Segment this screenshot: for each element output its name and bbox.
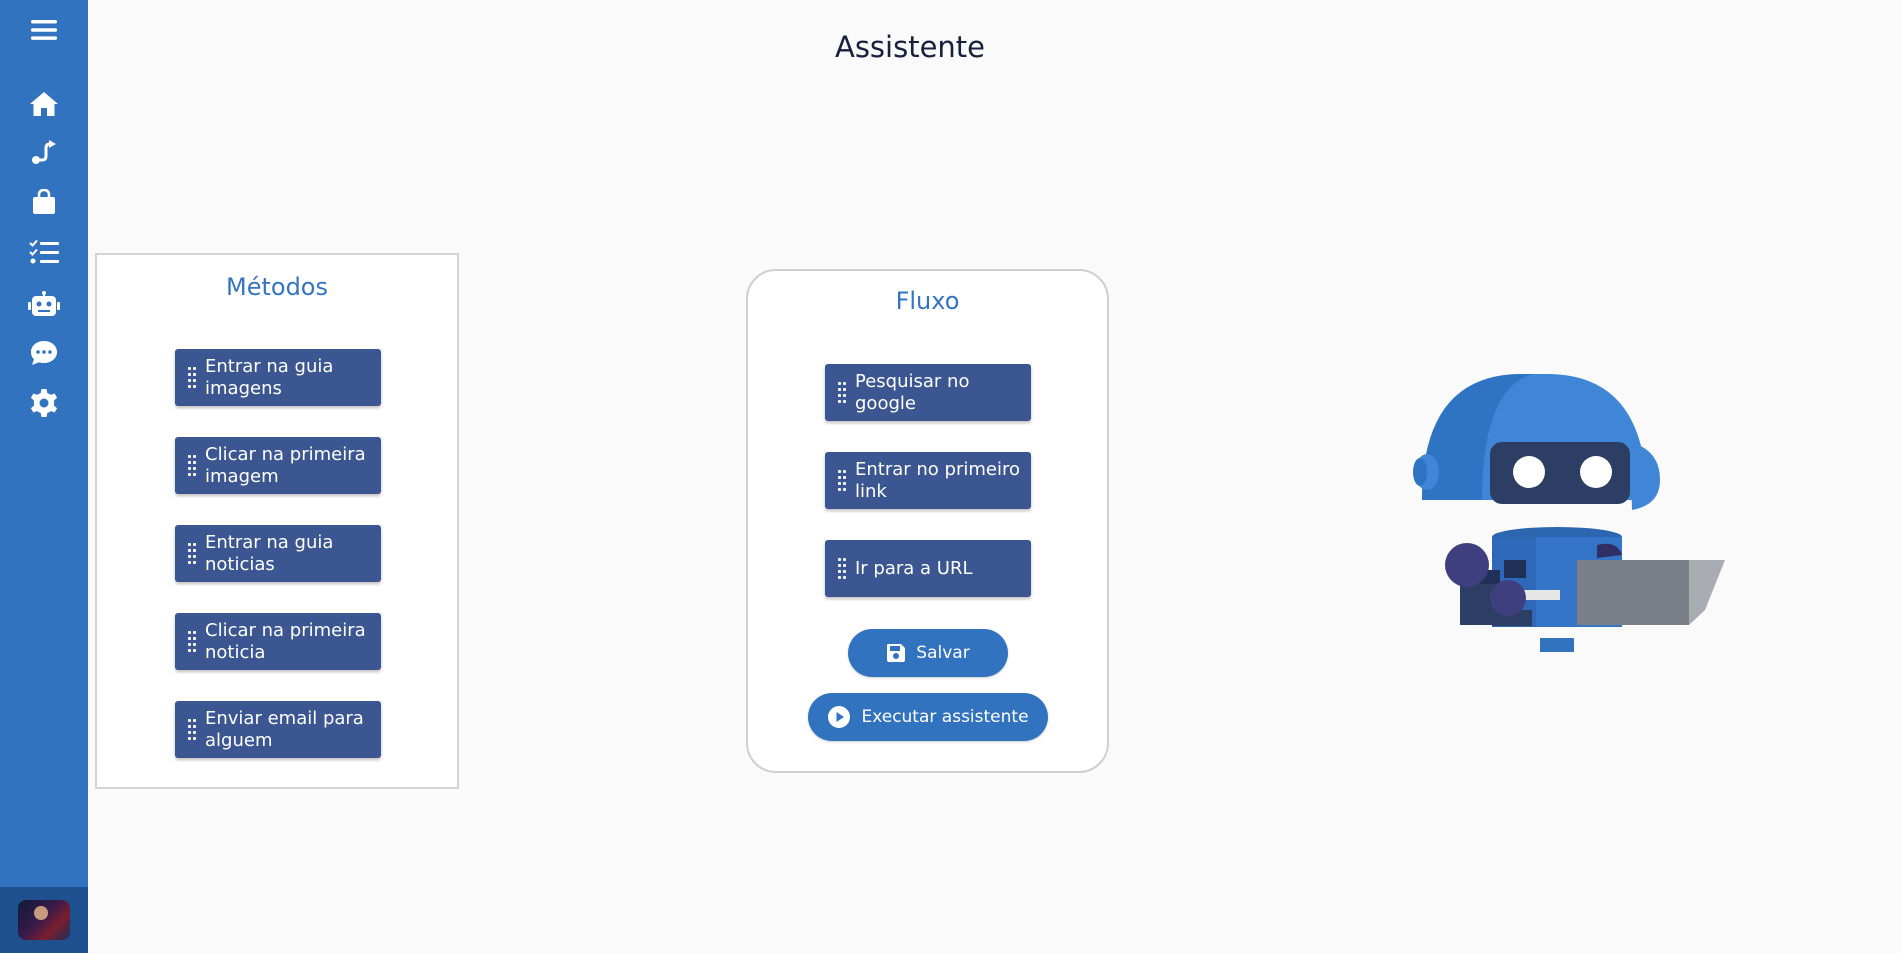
save-button-label: Salvar <box>916 643 970 663</box>
sidebar-item-settings[interactable] <box>0 383 88 423</box>
home-icon <box>30 92 58 116</box>
page-title: Assistente <box>834 30 986 64</box>
sidebar-item-shop[interactable] <box>0 182 88 222</box>
drag-handle-icon[interactable] <box>188 630 196 653</box>
flow-item-label: Ir para a URL <box>855 557 973 579</box>
chat-icon <box>31 341 57 365</box>
method-item[interactable]: Entrar na guia noticias <box>175 525 381 582</box>
method-item-label: Entrar na guia noticias <box>205 531 334 575</box>
flow-item-label: Pesquisar no google <box>855 370 970 414</box>
methods-panel: Métodos Entrar na guia imagens Clicar na… <box>95 253 459 789</box>
sidebar-item-chat[interactable] <box>0 333 88 373</box>
play-circle-icon <box>828 706 851 728</box>
menu-icon <box>31 20 57 40</box>
sidebar-item-route[interactable] <box>0 132 88 172</box>
drag-handle-icon[interactable] <box>188 454 196 477</box>
robot-icon <box>28 291 60 316</box>
method-item[interactable]: Clicar na primeira noticia <box>175 613 381 670</box>
drag-handle-icon[interactable] <box>188 542 196 565</box>
run-assistant-button[interactable]: Executar assistente <box>808 693 1048 741</box>
user-avatar-area[interactable] <box>0 887 88 953</box>
task-list-icon <box>29 239 59 264</box>
flow-title: Fluxo <box>895 287 960 315</box>
method-item-label: Entrar na guia imagens <box>205 355 334 399</box>
save-button[interactable]: Salvar <box>848 629 1008 677</box>
drag-handle-icon[interactable] <box>188 366 196 389</box>
avatar[interactable] <box>18 900 70 940</box>
route-icon <box>32 140 56 164</box>
shopping-bag-icon <box>33 189 55 214</box>
flow-panel: Fluxo Pesquisar no google Entrar no prim… <box>746 269 1109 773</box>
flow-item[interactable]: Pesquisar no google <box>825 364 1031 421</box>
method-item[interactable]: Entrar na guia imagens <box>175 349 381 406</box>
drag-handle-icon[interactable] <box>838 557 846 580</box>
drag-handle-icon[interactable] <box>838 469 846 492</box>
methods-title: Métodos <box>226 273 328 301</box>
run-assistant-label: Executar assistente <box>861 707 1029 727</box>
method-item-label: Clicar na primeira noticia <box>205 619 366 663</box>
flow-item[interactable]: Ir para a URL <box>825 540 1031 597</box>
method-item[interactable]: Clicar na primeira imagem <box>175 437 381 494</box>
save-icon <box>887 644 906 662</box>
method-item[interactable]: Enviar email para alguem <box>175 701 381 758</box>
method-item-label: Clicar na primeira imagem <box>205 443 366 487</box>
sidebar <box>0 0 88 953</box>
robot-illustration <box>1413 374 1725 652</box>
drag-handle-icon[interactable] <box>188 718 196 741</box>
flow-item[interactable]: Entrar no primeiro link <box>825 452 1031 509</box>
menu-button[interactable] <box>0 10 88 50</box>
sidebar-item-assistant[interactable] <box>0 284 88 324</box>
drag-handle-icon[interactable] <box>838 381 846 404</box>
sidebar-item-home[interactable] <box>0 84 88 124</box>
flow-item-label: Entrar no primeiro link <box>855 458 1020 502</box>
method-item-label: Enviar email para alguem <box>205 707 364 751</box>
sidebar-item-tasks[interactable] <box>0 232 88 272</box>
gear-icon <box>30 389 58 417</box>
